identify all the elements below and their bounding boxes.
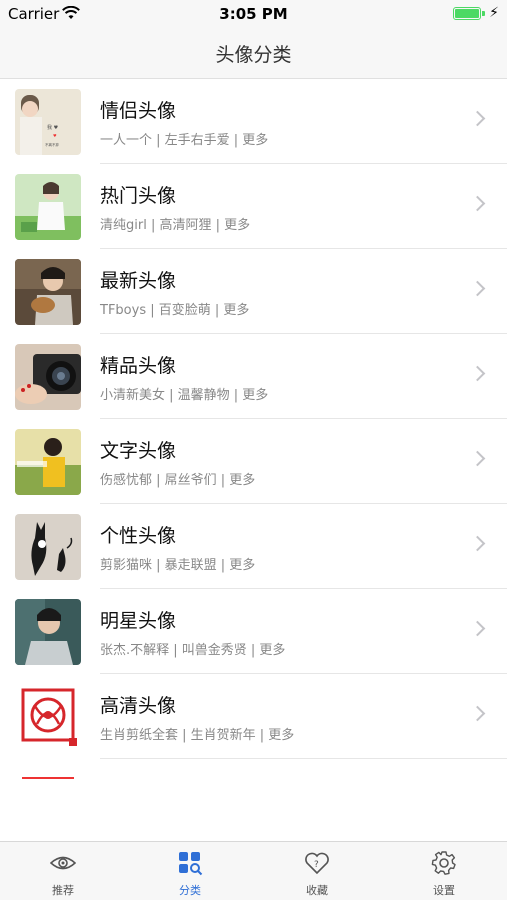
tab-label: 设置 [433, 884, 455, 897]
category-subtitle: 张杰.不解释 | 叫兽金秀贤 | 更多 [100, 643, 286, 658]
chevron-right-icon [469, 195, 486, 212]
premium-avatar-thumbnail [15, 344, 81, 410]
category-row-popular[interactable]: 热门头像 清纯girl | 高清阿狸 | 更多 [0, 164, 507, 249]
chevron-right-icon [469, 110, 486, 127]
category-list: 我 ♥ ♥ 不离不弃 情侣头像 一人一个 | 左手右手爱 | 更多 热门头像 清… [0, 79, 507, 759]
chevron-right-icon [469, 535, 486, 552]
couple-avatar-thumbnail: 我 ♥ ♥ 不离不弃 [15, 89, 81, 155]
category-subtitle: 一人一个 | 左手右手爱 | 更多 [100, 133, 269, 148]
battery-nub [482, 11, 485, 16]
category-subtitle: 清纯girl | 高清阿狸 | 更多 [100, 218, 251, 233]
svg-text:?: ? [314, 860, 319, 870]
category-subtitle: 小清新美女 | 温馨静物 | 更多 [100, 388, 269, 403]
tab-recommend[interactable]: 推荐 [0, 842, 126, 900]
category-subtitle: 伤感忧郁 | 屌丝爷们 | 更多 [100, 473, 256, 488]
tab-categories[interactable]: 分类 [127, 842, 253, 900]
charging-icon: ⚡ [489, 5, 499, 21]
category-row-couple[interactable]: 我 ♥ ♥ 不离不弃 情侣头像 一人一个 | 左手右手爱 | 更多 [0, 79, 507, 164]
grid-search-icon [179, 852, 203, 876]
chevron-right-icon [469, 450, 486, 467]
tab-bar: 推荐 分类 ? 收藏 设置 [0, 841, 507, 900]
svg-text:我 ♥: 我 ♥ [47, 124, 59, 131]
tab-favorites[interactable]: ? 收藏 [254, 842, 380, 900]
category-title: 个性头像 [100, 525, 177, 547]
popular-avatar-thumbnail [15, 174, 81, 240]
partial-thumbnail-edge [22, 777, 74, 779]
text-avatar-thumbnail [15, 429, 81, 495]
category-subtitle: 生肖剪纸全套 | 生肖贺新年 | 更多 [100, 728, 295, 743]
category-subtitle: 剪影猫咪 | 暴走联盟 | 更多 [100, 558, 256, 573]
status-bar: Carrier 3:05 PM ⚡ [0, 0, 507, 28]
page-title: 头像分类 [215, 44, 292, 66]
hd-avatar-thumbnail [15, 684, 81, 750]
eye-icon [50, 856, 76, 870]
svg-text:不离不弃: 不离不弃 [45, 142, 59, 147]
newest-avatar-thumbnail [15, 259, 81, 325]
chevron-right-icon [469, 365, 486, 382]
tab-label: 推荐 [52, 884, 74, 897]
category-row-newest[interactable]: 最新头像 TFboys | 百变脸萌 | 更多 [0, 249, 507, 334]
category-row-premium[interactable]: 精品头像 小清新美女 | 温馨静物 | 更多 [0, 334, 507, 419]
category-title: 文字头像 [100, 440, 177, 462]
category-row-celebrity[interactable]: 明星头像 张杰.不解释 | 叫兽金秀贤 | 更多 [0, 589, 507, 674]
battery-icon [453, 7, 481, 20]
chevron-right-icon [469, 705, 486, 722]
tab-label: 分类 [179, 884, 201, 897]
chevron-right-icon [469, 620, 486, 637]
category-title: 高清头像 [100, 695, 177, 717]
status-time: 3:05 PM [219, 5, 288, 23]
tab-label: 收藏 [306, 884, 328, 897]
celebrity-avatar-thumbnail [15, 599, 81, 665]
category-title: 明星头像 [100, 610, 177, 632]
chevron-right-icon [469, 280, 486, 297]
gear-icon [431, 851, 456, 875]
category-row-text[interactable]: 文字头像 伤感忧郁 | 屌丝爷们 | 更多 [0, 419, 507, 504]
row-divider [100, 758, 507, 759]
navigation-bar: 头像分类 [0, 28, 507, 79]
category-title: 精品头像 [100, 355, 177, 377]
personality-avatar-thumbnail [15, 514, 81, 580]
heart-question-icon: ? [305, 852, 329, 875]
category-title: 最新头像 [100, 270, 177, 292]
tab-settings[interactable]: 设置 [381, 842, 507, 900]
svg-text:♥: ♥ [53, 133, 57, 138]
category-title: 情侣头像 [100, 100, 177, 122]
category-row-personality[interactable]: 个性头像 剪影猫咪 | 暴走联盟 | 更多 [0, 504, 507, 589]
category-row-hd[interactable]: 高清头像 生肖剪纸全套 | 生肖贺新年 | 更多 [0, 674, 507, 759]
category-subtitle: TFboys | 百变脸萌 | 更多 [100, 303, 250, 318]
category-title: 热门头像 [100, 185, 177, 207]
